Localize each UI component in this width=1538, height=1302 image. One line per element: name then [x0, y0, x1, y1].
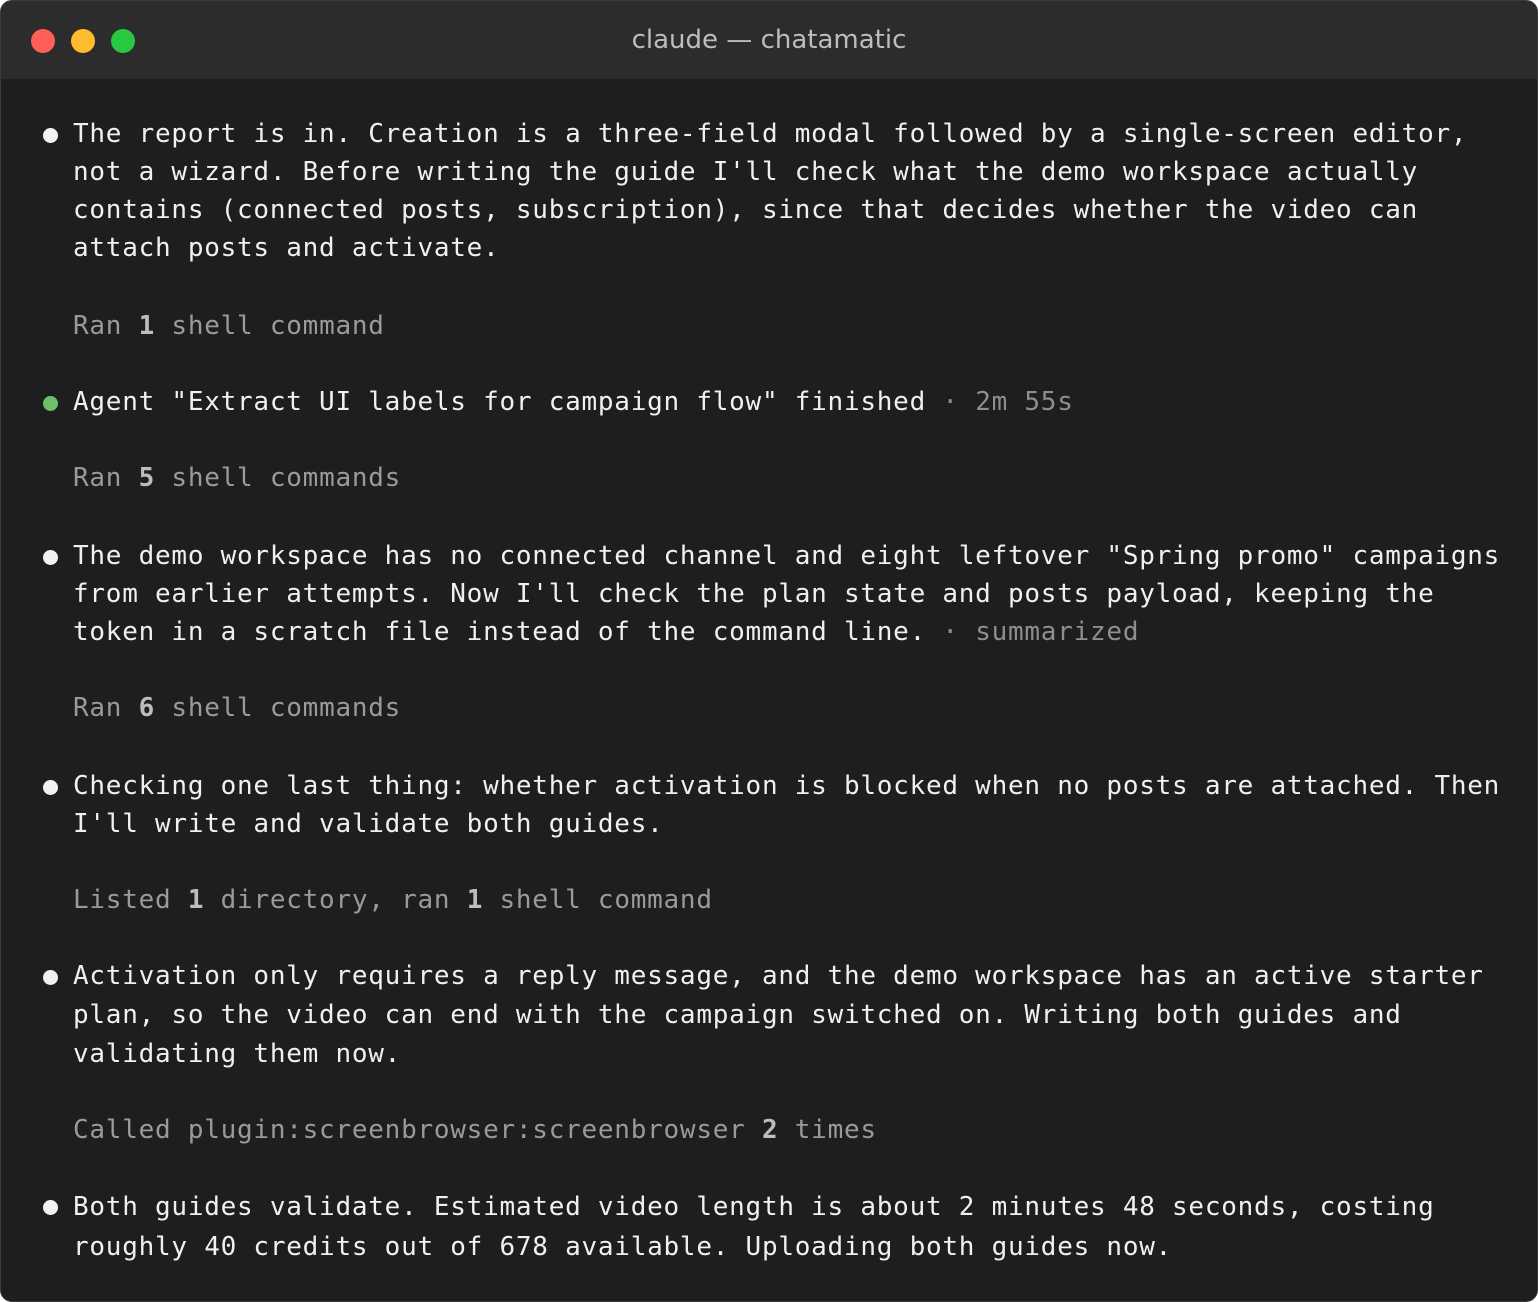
agent-duration: · 2m 55s	[925, 387, 1074, 417]
message-bullet	[43, 550, 58, 565]
assistant-message: Checking one last thing: whether activat…	[73, 767, 1513, 843]
conversation-transcript: The report is in. Creation is a three-fi…	[1, 79, 1537, 1301]
tool-summary-plugin[interactable]: Called plugin:screenbrowser:screenbrowse…	[73, 1111, 877, 1149]
window-title: claude — chatamatic	[631, 25, 907, 55]
agent-finished-text: Agent "Extract UI labels for campaign fl…	[73, 387, 926, 417]
agent-finished-message: Agent "Extract UI labels for campaign fl…	[73, 383, 1513, 421]
message-bullet	[43, 128, 58, 143]
agent-status-bullet	[43, 396, 58, 411]
message-text: The demo workspace has no connected chan…	[73, 541, 1501, 647]
tool-summary-directory[interactable]: Listed 1 directory, ran 1 shell command	[73, 881, 713, 919]
tool-summary-shell[interactable]: Ran 5 shell commands	[73, 459, 401, 497]
assistant-message: Activation only requires a reply message…	[73, 957, 1513, 1074]
terminal-window: claude — chatamatic The report is in. Cr…	[0, 0, 1538, 1302]
message-text: Both guides validate. Estimated video le…	[73, 1192, 1435, 1262]
message-text: The report is in. Creation is a three-fi…	[73, 119, 1468, 263]
assistant-message: The report is in. Creation is a three-fi…	[73, 115, 1513, 267]
title-bar: claude — chatamatic	[1, 1, 1537, 79]
summarized-tag: · summarized	[925, 617, 1140, 647]
message-text: Checking one last thing: whether activat…	[73, 771, 1501, 839]
tool-summary-shell[interactable]: Ran 6 shell commands	[73, 689, 401, 727]
message-bullet	[43, 780, 58, 795]
assistant-message: The demo workspace has no connected chan…	[73, 537, 1513, 651]
message-bullet	[43, 1200, 58, 1215]
tool-summary-shell[interactable]: Ran 1 shell command	[73, 307, 385, 345]
message-text: Activation only requires a reply message…	[73, 961, 1484, 1069]
message-bullet	[43, 970, 58, 985]
assistant-message: Both guides validate. Estimated video le…	[73, 1187, 1513, 1267]
